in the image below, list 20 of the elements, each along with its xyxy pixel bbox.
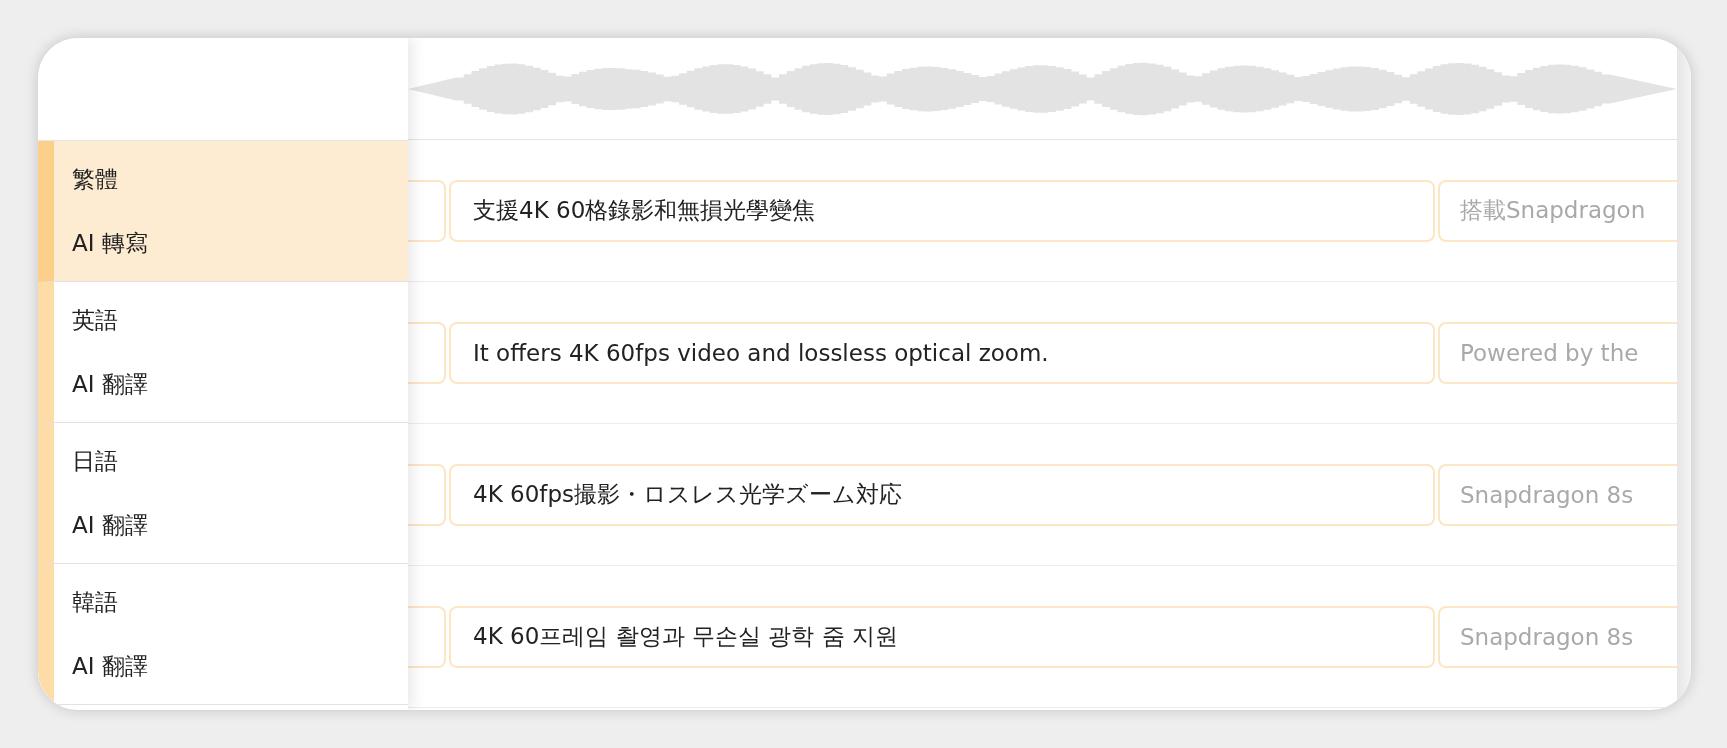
language-item[interactable]: 日語 AI 翻譯 — [38, 423, 408, 564]
segment-box[interactable] — [408, 463, 446, 526]
segment-box[interactable] — [408, 321, 446, 384]
subtitle-field[interactable]: 支援4K 60格錄影和無損光學變焦 — [449, 179, 1435, 242]
language-name: 繁體 — [72, 164, 118, 194]
language-name: 日語 — [72, 446, 118, 476]
mode-label: AI 轉寫 — [72, 228, 148, 258]
language-name: 韓語 — [72, 587, 118, 617]
subtitle-field[interactable]: 4K 60fps撮影・ロスレス光学ズーム対応 — [449, 463, 1435, 526]
subtitle-field[interactable]: It offers 4K 60fps video and lossless optical zoom. — [449, 321, 1435, 384]
subtitle-field[interactable]: 4K 60프레임 촬영과 무손실 광학 줌 지원 — [449, 605, 1435, 668]
mode-label: AI 翻譯 — [72, 651, 148, 681]
language-item[interactable]: 韓語 AI 翻譯 — [38, 564, 408, 705]
segment-box[interactable] — [408, 179, 446, 242]
language-item[interactable]: 英語 AI 翻譯 — [38, 282, 408, 423]
mode-label: AI 翻譯 — [72, 510, 148, 540]
language-name: 英語 — [72, 305, 118, 335]
language-item[interactable]: 繁體 AI 轉寫 — [38, 141, 408, 282]
mode-label: AI 翻譯 — [72, 369, 148, 399]
segment-box[interactable] — [408, 605, 446, 668]
